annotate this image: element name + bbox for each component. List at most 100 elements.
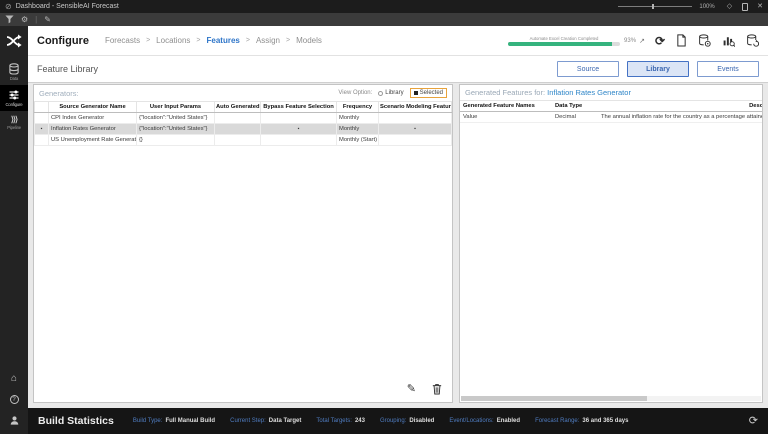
col-select bbox=[34, 101, 49, 113]
col-generated-feature-names[interactable]: Generated Feature Names bbox=[460, 100, 552, 112]
chevron-right-icon: > bbox=[285, 37, 291, 44]
zoom-percent-label: 100% bbox=[699, 3, 715, 10]
cell-data-type[interactable]: Decimal bbox=[552, 111, 598, 123]
col-source-generator-name[interactable]: Source Generator Name bbox=[48, 101, 137, 113]
document-icon[interactable] bbox=[676, 34, 687, 47]
cell-auto-generated[interactable] bbox=[214, 112, 261, 124]
device-icon[interactable] bbox=[742, 2, 749, 11]
table-row[interactable]: CPI Index Generator {"location":"United … bbox=[34, 112, 452, 124]
cell-bypass[interactable] bbox=[260, 112, 337, 124]
sensibleai-logo-icon[interactable] bbox=[6, 33, 22, 49]
cell-user-input-params[interactable]: {"location":"United States"} bbox=[136, 112, 215, 124]
edit-icon[interactable]: ✎ bbox=[407, 383, 416, 395]
cell-user-input-params[interactable]: {"location":"United States"} bbox=[136, 123, 215, 135]
cell-scenario[interactable]: ▪ bbox=[378, 123, 452, 135]
col-frequency[interactable]: Frequency bbox=[336, 101, 379, 113]
cell-user-input-params[interactable]: {} bbox=[136, 134, 215, 146]
breadcrumb-forecasts[interactable]: Forecasts bbox=[105, 36, 140, 45]
stat-value: 243 bbox=[354, 418, 365, 424]
progress-fill bbox=[508, 41, 613, 46]
features-header-row: Generated Feature Names Data Type Descri… bbox=[460, 100, 762, 112]
zoom-slider-thumb[interactable] bbox=[652, 4, 655, 9]
page-header: Configure Forecasts > Locations > Featur… bbox=[28, 26, 768, 56]
generators-table: Source Generator Name User Input Params … bbox=[34, 101, 452, 146]
breadcrumb-assign[interactable]: Assign bbox=[256, 36, 280, 45]
stat-forecast-range: Forecast Range: 36 and 365 days bbox=[535, 418, 628, 424]
cell-bypass[interactable]: ▪ bbox=[260, 123, 337, 135]
cell-scenario[interactable] bbox=[378, 134, 452, 146]
row-select-cell[interactable] bbox=[34, 112, 49, 124]
cell-frequency[interactable]: Monthly bbox=[336, 123, 379, 135]
view-option-library[interactable]: Library bbox=[378, 90, 404, 96]
col-user-input-params[interactable]: User Input Params bbox=[136, 101, 215, 113]
events-button[interactable]: Events bbox=[697, 61, 759, 77]
generator-link[interactable]: Inflation Rates Generator bbox=[547, 88, 631, 97]
user-icon[interactable] bbox=[9, 415, 20, 426]
cell-auto-generated[interactable] bbox=[214, 123, 261, 135]
database-sync-icon[interactable] bbox=[746, 34, 759, 47]
col-data-type[interactable]: Data Type bbox=[552, 100, 598, 112]
cell-frequency[interactable]: Monthly bbox=[336, 112, 379, 124]
chevron-right-icon: > bbox=[146, 37, 151, 44]
chevrons-icon: ⟩⟩⟩ bbox=[10, 115, 18, 124]
chart-search-icon[interactable] bbox=[722, 34, 735, 47]
cell-auto-generated[interactable] bbox=[214, 134, 261, 146]
breadcrumb-models[interactable]: Models bbox=[296, 36, 322, 45]
view-option-label: View Option: bbox=[338, 90, 373, 96]
cell-feature-name[interactable]: Value bbox=[460, 111, 552, 123]
cell-description[interactable]: The annual inflation rate for the countr… bbox=[598, 111, 762, 123]
database-gear-icon[interactable] bbox=[698, 34, 711, 47]
breadcrumb: Forecasts > Locations > Features > Assig… bbox=[105, 36, 322, 45]
help-icon[interactable]: ? bbox=[9, 395, 19, 404]
radio-icon bbox=[378, 90, 384, 96]
source-button[interactable]: Source bbox=[557, 61, 619, 77]
sidebar-item-pipeline[interactable]: ⟩⟩⟩ Pipeline bbox=[0, 111, 28, 134]
sparkle-icon[interactable]: ◇ bbox=[727, 3, 732, 10]
section-subtitle: Feature Library bbox=[37, 64, 99, 74]
app-window: ⊘ Dashboard - SensibleAI Forecast 100% ◇… bbox=[0, 0, 768, 434]
database-icon bbox=[8, 63, 20, 75]
cell-scenario[interactable] bbox=[378, 112, 452, 124]
sidebar-item-data[interactable]: Data bbox=[0, 59, 28, 85]
sidebar-item-configure[interactable]: Configure bbox=[0, 85, 28, 111]
generated-features-panel: Generated Features for: Inflation Rates … bbox=[459, 84, 763, 403]
row-select-cell[interactable] bbox=[34, 134, 49, 146]
refresh-icon[interactable]: ⟳ bbox=[655, 35, 665, 47]
col-description[interactable]: Description bbox=[598, 100, 762, 112]
horizontal-scrollbar[interactable] bbox=[461, 396, 761, 401]
stat-label: Current Step: bbox=[230, 418, 266, 424]
col-scenario-modeling[interactable]: Scenario Modeling Feature(s) bbox=[378, 101, 452, 113]
row-select-cell[interactable]: ▪ bbox=[34, 123, 49, 135]
gear-icon[interactable]: ⚙ bbox=[21, 15, 28, 24]
col-bypass-feature-selection[interactable]: Bypass Feature Selection bbox=[260, 101, 337, 113]
breadcrumb-features[interactable]: Features bbox=[207, 36, 240, 45]
cell-frequency[interactable]: Monthly (Start) bbox=[336, 134, 379, 146]
view-option-selected[interactable]: Selected bbox=[409, 88, 447, 98]
col-auto-generated[interactable]: Auto Generated bbox=[214, 101, 261, 113]
filter-icon[interactable] bbox=[5, 15, 14, 24]
stat-grouping: Grouping: Disabled bbox=[380, 418, 434, 424]
home-icon[interactable]: ⌂ bbox=[11, 374, 17, 384]
stat-current-step: Current Step: Data Target bbox=[230, 418, 301, 424]
cell-generator-name[interactable]: US Unemployment Rate Generator bbox=[48, 134, 137, 146]
table-row[interactable]: US Unemployment Rate Generator {} Monthl… bbox=[34, 134, 452, 146]
scrollbar-thumb[interactable] bbox=[461, 396, 647, 401]
cell-bypass[interactable] bbox=[260, 134, 337, 146]
chevron-right-icon: > bbox=[245, 37, 250, 44]
status-refresh-icon[interactable]: ⟳ bbox=[749, 415, 758, 427]
sidebar: Data Configure ⟩⟩⟩ Pipeline ⌂ ? bbox=[0, 26, 28, 434]
cell-generator-name[interactable]: CPI Index Generator bbox=[48, 112, 137, 124]
table-row[interactable]: Value Decimal The annual inflation rate … bbox=[460, 111, 762, 123]
stat-label: Forecast Range: bbox=[535, 418, 580, 424]
close-icon[interactable]: ✕ bbox=[757, 3, 763, 10]
table-row[interactable]: ▪ Inflation Rates Generator {"location":… bbox=[34, 123, 452, 135]
library-button[interactable]: Library bbox=[627, 61, 689, 77]
breadcrumb-locations[interactable]: Locations bbox=[156, 36, 190, 45]
pencil-icon[interactable]: ✎ bbox=[44, 15, 51, 24]
delete-icon[interactable] bbox=[432, 383, 442, 395]
stat-value: Disabled bbox=[409, 418, 435, 424]
stat-event-locations: Event/Locations: Enabled bbox=[449, 418, 520, 424]
cell-generator-name[interactable]: Inflation Rates Generator bbox=[48, 123, 137, 135]
zoom-slider[interactable] bbox=[618, 4, 693, 9]
external-link-icon[interactable]: ↗ bbox=[639, 37, 645, 45]
